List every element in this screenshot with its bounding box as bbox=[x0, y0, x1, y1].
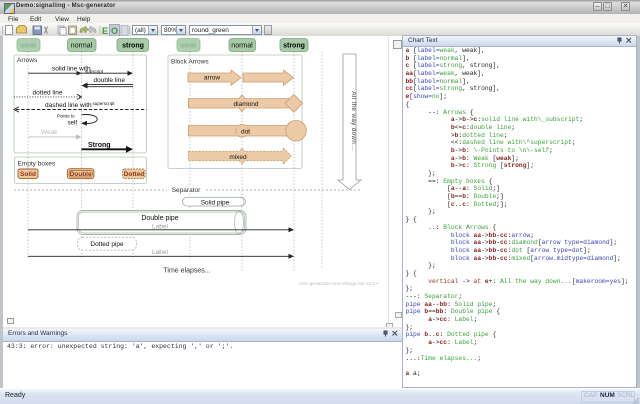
svg-text:strong: strong bbox=[122, 43, 144, 50]
svg-text:strong: strong bbox=[283, 43, 305, 50]
svg-text:Strong: Strong bbox=[88, 142, 111, 149]
svg-text:arrow: arrow bbox=[204, 75, 221, 82]
svg-text:dashed line with: dashed line with bbox=[45, 102, 92, 109]
svg-text:Weak: Weak bbox=[41, 129, 58, 136]
svg-text:weak: weak bbox=[19, 43, 37, 50]
svg-text:msc-generator.sourceforge.net: msc-generator.sourceforge.net v4.2 • bbox=[299, 281, 378, 287]
svg-text:Empty boxes: Empty boxes bbox=[18, 161, 56, 168]
svg-text:Solid: Solid bbox=[20, 171, 36, 178]
svg-text:Dotted: Dotted bbox=[124, 171, 145, 178]
svg-text:Label: Label bbox=[152, 223, 168, 230]
svg-text:Dotted pipe: Dotted pipe bbox=[90, 241, 124, 248]
svg-text:Double: Double bbox=[70, 171, 92, 178]
svg-text:Time elapses...: Time elapses... bbox=[163, 268, 210, 275]
svg-text:All the way down...: All the way down... bbox=[350, 91, 357, 150]
svg-text:Points to: Points to bbox=[57, 113, 75, 118]
svg-text:Double pipe: Double pipe bbox=[141, 215, 178, 222]
svg-text:superscript: superscript bbox=[93, 101, 116, 106]
svg-text:diamond: diamond bbox=[234, 101, 259, 108]
svg-text:dotted line: dotted line bbox=[33, 89, 63, 96]
svg-text:O: O bbox=[111, 26, 118, 36]
svg-text:Label: Label bbox=[152, 249, 168, 256]
svg-text:self: self bbox=[68, 121, 78, 127]
svg-text:Separator: Separator bbox=[172, 187, 201, 194]
svg-text:mixed: mixed bbox=[229, 154, 247, 161]
svg-text:Solid pipe: Solid pipe bbox=[201, 200, 230, 207]
svg-text:Arrows: Arrows bbox=[17, 57, 38, 64]
svg-text:E: E bbox=[102, 26, 108, 36]
svg-text:normal: normal bbox=[71, 43, 93, 50]
svg-text:dot: dot bbox=[241, 129, 250, 136]
svg-text:normal: normal bbox=[231, 43, 253, 50]
svg-text:weak: weak bbox=[179, 43, 197, 50]
svg-text:double line: double line bbox=[94, 77, 126, 84]
